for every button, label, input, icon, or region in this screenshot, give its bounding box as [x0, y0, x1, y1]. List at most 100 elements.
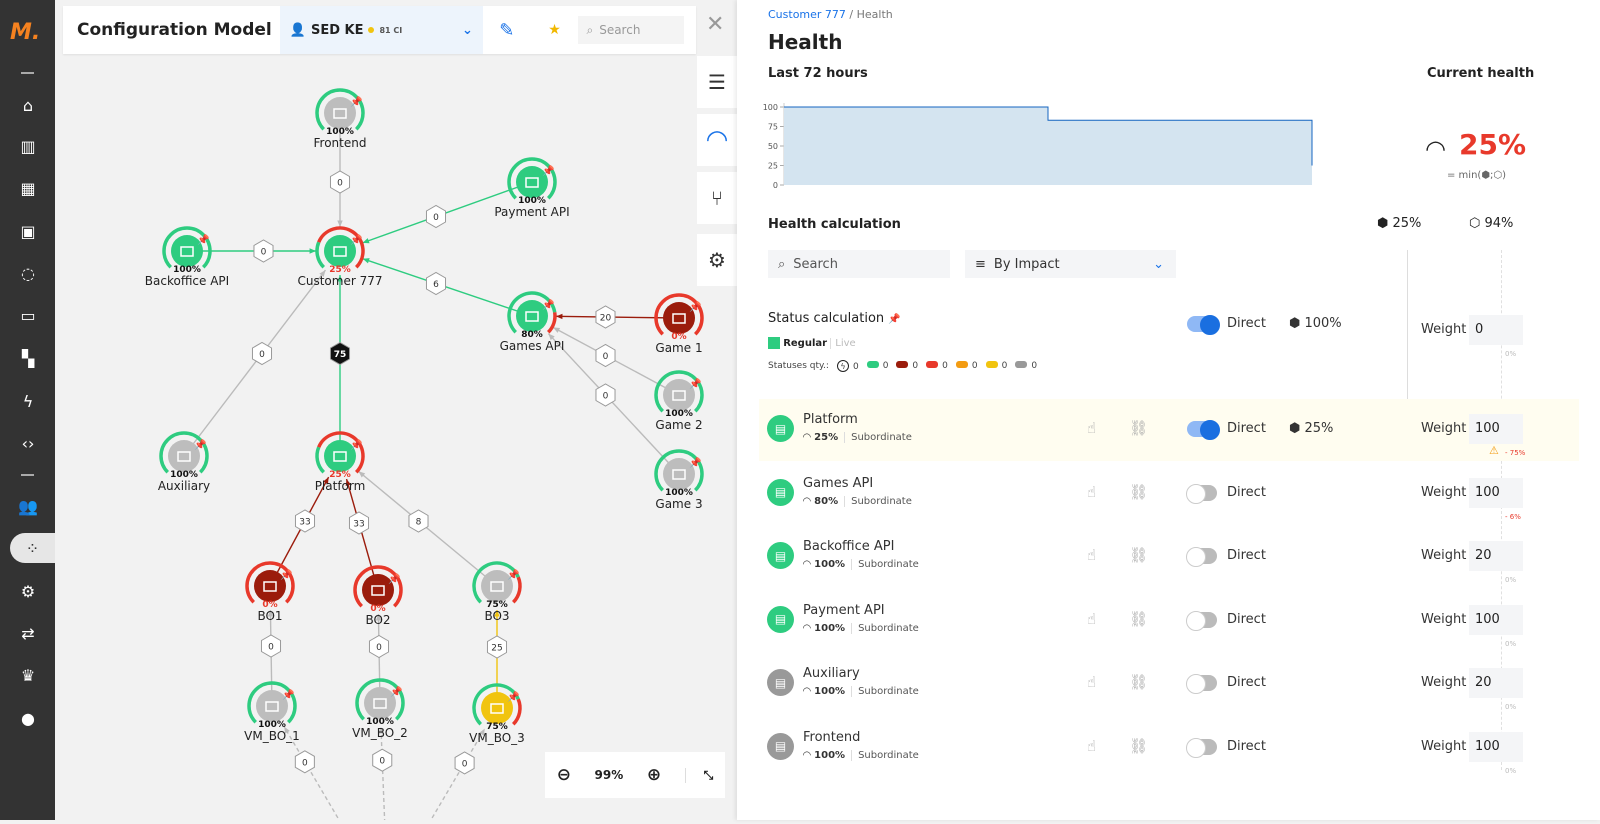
- sidebar-item-widgets[interactable]: ▚: [10, 343, 46, 373]
- edge-weight-label: 75: [334, 350, 347, 360]
- hand-pointer-icon[interactable]: ☝: [1087, 546, 1096, 564]
- graph-canvas[interactable]: 00067502000333380025000📌100%Frontend📌100…: [55, 0, 737, 820]
- sidebar-item-account[interactable]: ●: [10, 703, 46, 733]
- qty-label: Statuses qty.:: [768, 361, 829, 371]
- sidebar-item-home[interactable]: ⌂: [10, 90, 46, 120]
- graph-edge[interactable]: 6: [363, 258, 532, 316]
- unlink-icon[interactable]: ⛓: [1129, 483, 1148, 501]
- sidebar-item-crown[interactable]: ♛: [10, 660, 46, 690]
- graph-node-bo3[interactable]: 📌75%BO3: [474, 563, 520, 623]
- zoom-in-button[interactable]: ⊕: [647, 765, 661, 785]
- node-label: VM_BO_3: [469, 731, 525, 745]
- ci-type-icon: ▤: [767, 606, 794, 633]
- sidebar-item-ruler[interactable]: ▭: [10, 300, 46, 330]
- sidebar-item-topology[interactable]: ⁘: [10, 533, 55, 563]
- status-swatch: [867, 361, 879, 368]
- edit-button[interactable]: ✎: [483, 20, 531, 41]
- unlink-icon[interactable]: ⛓: [1129, 419, 1148, 437]
- graph-node-vm3[interactable]: 📌75%VM_BO_3: [469, 685, 525, 745]
- direct-toggle[interactable]: [1187, 548, 1217, 564]
- sidebar-item-users[interactable]: 👥: [10, 491, 46, 521]
- hand-pointer-icon[interactable]: ☝: [1087, 673, 1096, 691]
- graph-node-payment[interactable]: 📌100%Payment API: [494, 159, 569, 219]
- weight-input[interactable]: 20: [1469, 541, 1523, 571]
- hand-pointer-icon[interactable]: ☝: [1087, 483, 1096, 501]
- hand-pointer-icon[interactable]: ☝: [1087, 610, 1096, 628]
- graph-node-platform[interactable]: 📌25%Platform: [315, 433, 366, 493]
- graph-edge[interactable]: 20: [556, 306, 679, 328]
- unlink-icon[interactable]: ⛓: [1129, 546, 1148, 564]
- graph-node-game1[interactable]: 📌0%Game 1: [655, 295, 702, 355]
- node-label: Backoffice API: [145, 274, 229, 288]
- weight-input[interactable]: 100: [1469, 478, 1523, 508]
- row-name[interactable]: Auxiliary: [803, 666, 860, 681]
- row-name[interactable]: Platform: [803, 412, 858, 427]
- hand-pointer-icon[interactable]: ☝: [1087, 419, 1096, 437]
- scope-selector[interactable]: 👤 SED KE 81 CI ⌄: [280, 6, 483, 54]
- graph-node-frontend[interactable]: 📌100%Frontend: [314, 90, 367, 150]
- tab-health[interactable]: ◠: [697, 114, 737, 166]
- tab-settings[interactable]: ⚙: [697, 234, 737, 286]
- graph-node-vm2[interactable]: 📌100%VM_BO_2: [352, 680, 408, 740]
- weight-input[interactable]: 0: [1469, 315, 1523, 345]
- graph-node-bo2[interactable]: 📌0%BO2: [355, 567, 401, 627]
- graph-node-vm1[interactable]: 📌100%VM_BO_1: [244, 683, 300, 743]
- unlink-icon[interactable]: ⛓: [1129, 737, 1148, 755]
- graph-edge[interactable]: 0: [373, 727, 392, 820]
- sidebar-item-code[interactable]: ‹›: [10, 428, 46, 458]
- status-mode: Regular Live: [768, 337, 856, 349]
- weight-input[interactable]: 20: [1469, 668, 1523, 698]
- sidebar-item-inbox[interactable]: ▣: [10, 216, 46, 246]
- graph-node-backoffice[interactable]: 📌100%Backoffice API: [145, 228, 229, 288]
- sidebar-item-grid[interactable]: ▦: [10, 173, 46, 203]
- sidebar-item-swap[interactable]: ⇄: [10, 618, 46, 648]
- mode-regular[interactable]: Regular: [783, 338, 827, 349]
- breadcrumb-link[interactable]: Customer 777: [768, 8, 846, 21]
- graph-edge[interactable]: 8: [358, 471, 497, 586]
- direct-toggle[interactable]: [1187, 612, 1217, 628]
- graph-edge[interactable]: 75: [330, 275, 349, 456]
- graph-edge[interactable]: 0: [184, 270, 325, 456]
- direct-toggle[interactable]: [1187, 421, 1217, 437]
- graph-svg[interactable]: 00067502000333380025000📌100%Frontend📌100…: [55, 0, 737, 820]
- direct-toggle[interactable]: [1187, 485, 1217, 501]
- edge-weight-label: 0: [268, 643, 274, 653]
- graph-node-games[interactable]: 📌80%Games API: [500, 293, 565, 353]
- row-name[interactable]: Payment API: [803, 603, 885, 618]
- hand-pointer-icon[interactable]: ☝: [1087, 737, 1096, 755]
- weight-input[interactable]: 100: [1469, 732, 1523, 762]
- graph-node-bo1[interactable]: 📌0%BO1: [247, 563, 293, 623]
- close-icon[interactable]: ✕: [706, 12, 724, 37]
- zoom-out-button[interactable]: ⊖: [557, 765, 571, 785]
- graph-node-auxiliary[interactable]: 📌100%Auxiliary: [158, 433, 210, 493]
- app-logo[interactable]: M.: [10, 20, 40, 45]
- edge-weight-label: 20: [600, 314, 612, 324]
- sidebar-item-bolt[interactable]: ϟ: [10, 386, 46, 416]
- row-name[interactable]: Backoffice API: [803, 539, 894, 554]
- weight-input[interactable]: 100: [1469, 414, 1523, 444]
- tab-relations[interactable]: ⑂: [697, 172, 737, 224]
- pin-icon: 📌: [280, 568, 293, 581]
- row-name[interactable]: Games API: [803, 476, 873, 491]
- graph-node-customer[interactable]: 📌25%Customer 777: [297, 228, 382, 288]
- direct-toggle[interactable]: [1187, 675, 1217, 691]
- unlink-icon[interactable]: ⛓: [1129, 610, 1148, 628]
- weight-input[interactable]: 100: [1469, 605, 1523, 635]
- row-name[interactable]: Frontend: [803, 730, 860, 745]
- favorite-button[interactable]: ★: [531, 22, 579, 38]
- unlink-icon[interactable]: ⛓: [1129, 673, 1148, 691]
- graph-node-game3[interactable]: 📌100%Game 3: [655, 451, 702, 511]
- graph-edge[interactable]: 33: [270, 477, 329, 586]
- calc-search-input[interactable]: ⌕Search: [768, 250, 950, 278]
- sidebar-item-settings[interactable]: ⚙: [10, 576, 46, 606]
- graph-node-game2[interactable]: 📌100%Game 2: [655, 372, 702, 432]
- tab-details[interactable]: ☰: [697, 56, 737, 108]
- fit-screen-button[interactable]: ⤡: [685, 768, 714, 783]
- sidebar-item-map[interactable]: ▥: [10, 131, 46, 161]
- sidebar-item-sync[interactable]: ◌: [10, 258, 46, 288]
- mode-live[interactable]: Live: [830, 338, 855, 349]
- graph-search-input[interactable]: ⌕Search: [578, 16, 684, 44]
- direct-toggle[interactable]: [1187, 316, 1217, 332]
- sort-select[interactable]: ≡By Impact⌄: [965, 250, 1176, 278]
- direct-toggle[interactable]: [1187, 739, 1217, 755]
